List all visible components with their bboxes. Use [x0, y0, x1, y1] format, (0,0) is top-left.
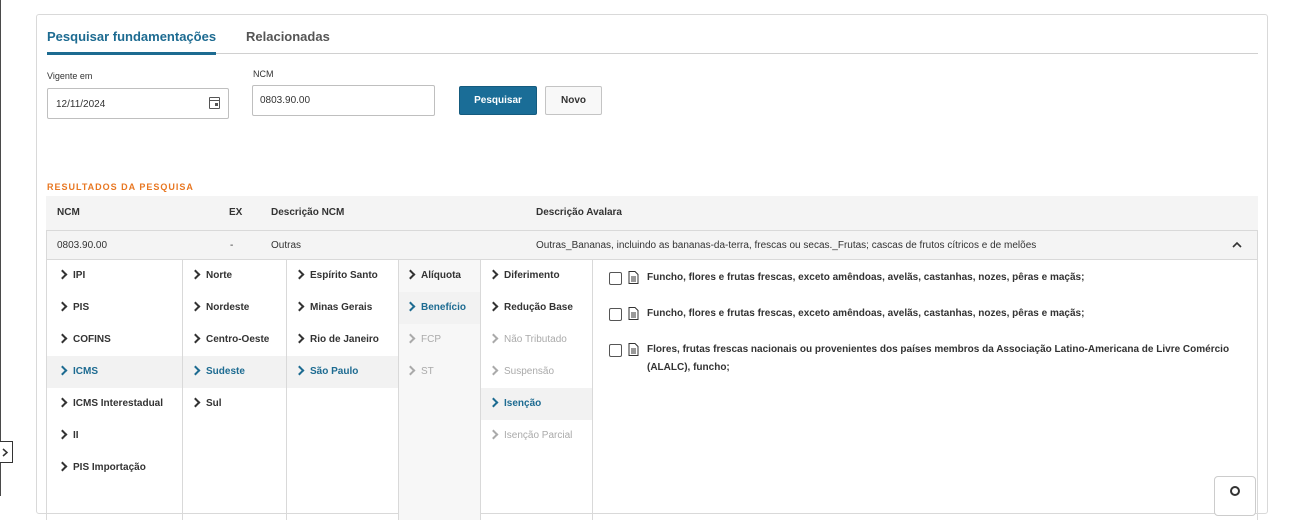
results-table-header: NCM EX Descrição NCM Descrição Avalara	[46, 196, 1258, 230]
tree-item-sao-paulo[interactable]: São Paulo	[287, 356, 398, 388]
chevron-right-icon	[190, 365, 201, 376]
chevron-right-icon	[190, 269, 201, 280]
pesquisar-button[interactable]: Pesquisar	[459, 86, 537, 115]
tree-item-isencao-parcial: Isenção Parcial	[481, 420, 592, 452]
tab-bar: Pesquisar fundamentações Relacionadas	[47, 15, 1258, 55]
chevron-right-icon	[57, 301, 68, 312]
window-edge	[0, 0, 1, 496]
header-descricao-avalara: Descrição Avalara	[536, 207, 622, 218]
fundamentacao-text: Funcho, flores e frutas frescas, exceto …	[647, 308, 1085, 319]
chevron-up-icon[interactable]	[1231, 239, 1243, 251]
novo-button[interactable]: Novo	[545, 86, 602, 115]
fundamentacao-tree: IPI PIS COFINS ICMS ICMS Interestadual I…	[46, 260, 1258, 520]
chevron-right-icon	[488, 333, 499, 344]
chevron-right-icon	[57, 397, 68, 408]
chevron-right-icon	[2, 447, 8, 457]
chevron-right-icon	[57, 333, 68, 344]
ncm-label: NCM	[253, 69, 274, 79]
fundamentacao-text: Funcho, flores e frutas frescas, exceto …	[647, 272, 1085, 283]
tree-item-ii[interactable]: II	[47, 420, 182, 452]
tree-item-fcp: FCP	[399, 324, 480, 356]
tree-item-aliquota[interactable]: Alíquota	[399, 260, 480, 292]
tree-item-diferimento[interactable]: Diferimento	[481, 260, 592, 292]
tree-item-cofins[interactable]: COFINS	[47, 324, 182, 356]
chevron-right-icon	[294, 269, 305, 280]
chevron-right-icon	[488, 429, 499, 440]
document-icon	[628, 271, 639, 284]
chevron-right-icon	[405, 301, 416, 312]
results-title: RESULTADOS DA PESQUISA	[47, 182, 194, 192]
tree-item-rio-de-janeiro[interactable]: Rio de Janeiro	[287, 324, 398, 356]
chevron-right-icon	[405, 269, 416, 280]
search-panel: Pesquisar fundamentações Relacionadas Vi…	[36, 14, 1268, 520]
chevron-right-icon	[57, 461, 68, 472]
search-fab-button[interactable]	[1214, 476, 1256, 516]
tree-item-nordeste[interactable]: Nordeste	[183, 292, 286, 324]
tree-item-icms-interestadual[interactable]: ICMS Interestadual	[47, 388, 182, 420]
tree-col-estados: Espírito Santo Minas Gerais Rio de Janei…	[287, 260, 399, 520]
tab-relacionadas[interactable]: Relacionadas	[246, 29, 330, 54]
tree-item-ipi[interactable]: IPI	[47, 260, 182, 292]
tree-item-norte[interactable]: Norte	[183, 260, 286, 292]
chevron-right-icon	[294, 301, 305, 312]
ncm-input[interactable]: 0803.90.00	[252, 85, 435, 116]
chevron-right-icon	[57, 429, 68, 440]
chevron-right-icon	[190, 301, 201, 312]
document-icon	[628, 307, 639, 320]
fundamentacao-text: Flores, frutas frescas nacionais ou prov…	[647, 344, 1230, 373]
tree-item-minas-gerais[interactable]: Minas Gerais	[287, 292, 398, 324]
tree-item-espirito-santo[interactable]: Espírito Santo	[287, 260, 398, 292]
header-ex: EX	[229, 207, 243, 218]
fundamentacao-checkbox[interactable]	[609, 272, 622, 285]
tab-pesquisar-fundamentacoes[interactable]: Pesquisar fundamentações	[47, 29, 217, 55]
tree-col-regioes: Norte Nordeste Centro-Oeste Sudeste Sul	[183, 260, 287, 520]
chevron-right-icon	[488, 301, 499, 312]
tree-item-isencao[interactable]: Isenção	[481, 388, 592, 420]
fundamentacao-checkbox[interactable]	[609, 344, 622, 357]
chevron-right-icon	[190, 397, 201, 408]
tree-col-tipos: Alíquota Benefício FCP ST	[399, 260, 481, 520]
tree-item-centro-oeste[interactable]: Centro-Oeste	[183, 324, 286, 356]
chevron-right-icon	[294, 365, 305, 376]
search-icon	[1230, 486, 1240, 496]
chevron-right-icon	[57, 269, 68, 280]
chevron-right-icon	[405, 365, 416, 376]
chevron-right-icon	[488, 397, 499, 408]
calendar-icon[interactable]	[209, 97, 220, 109]
header-ncm: NCM	[57, 207, 80, 218]
fundamentacao-checkbox[interactable]	[609, 308, 622, 321]
chevron-right-icon	[57, 365, 68, 376]
chevron-right-icon	[405, 333, 416, 344]
vigente-date-value: 12/11/2024	[56, 99, 106, 110]
tree-item-st: ST	[399, 356, 480, 388]
chevron-right-icon	[190, 333, 201, 344]
chevron-right-icon	[294, 333, 305, 344]
tree-item-beneficio[interactable]: Benefício	[399, 292, 480, 324]
chevron-right-icon	[488, 365, 499, 376]
tree-item-nao-tributado: Não Tributado	[481, 324, 592, 356]
tree-item-reducao-base[interactable]: Redução Base	[481, 292, 592, 324]
header-descricao-ncm: Descrição NCM	[271, 207, 345, 218]
side-panel-toggle[interactable]	[0, 441, 13, 463]
document-icon	[628, 343, 639, 356]
row-ncm: 0803.90.00	[57, 240, 108, 251]
tree-item-suspensao: Suspensão	[481, 356, 592, 388]
row-descricao-ncm: Outras	[271, 240, 302, 251]
vigente-date-input[interactable]: 12/11/2024	[47, 88, 229, 119]
row-ex: -	[230, 240, 234, 251]
chevron-right-icon	[488, 269, 499, 280]
tree-col-beneficios: Diferimento Redução Base Não Tributado S…	[481, 260, 593, 520]
tree-item-pis-importacao[interactable]: PIS Importação	[47, 452, 182, 484]
tree-item-icms[interactable]: ICMS	[47, 356, 182, 388]
ncm-input-value: 0803.90.00	[260, 95, 311, 106]
vigente-label: Vigente em	[47, 71, 93, 81]
row-descricao-avalara: Outras_Bananas, incluindo as bananas-da-…	[536, 240, 1037, 251]
tree-item-sudeste[interactable]: Sudeste	[183, 356, 286, 388]
tree-item-pis[interactable]: PIS	[47, 292, 182, 324]
table-row[interactable]: 0803.90.00 - Outras Outras_Bananas, incl…	[46, 230, 1258, 260]
tree-item-sul[interactable]: Sul	[183, 388, 286, 420]
tree-col-tributos: IPI PIS COFINS ICMS ICMS Interestadual I…	[47, 260, 183, 520]
